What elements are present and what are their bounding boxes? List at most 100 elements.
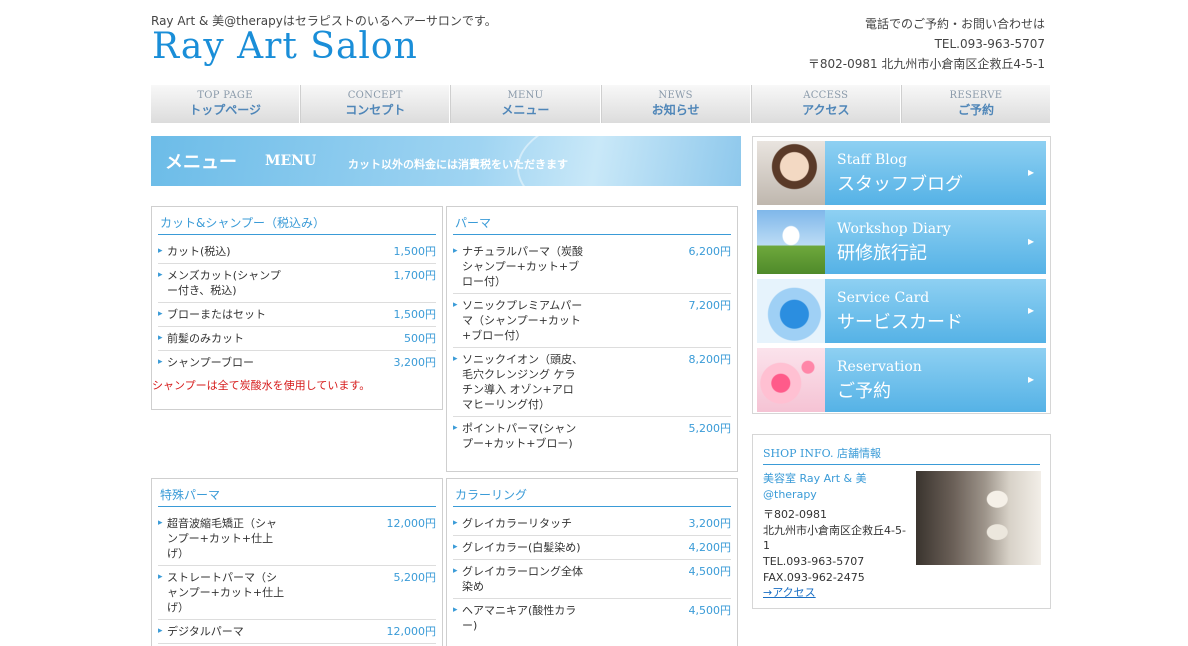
nav-item-concept[interactable]: CONCEPT コンセプト: [300, 85, 451, 123]
shop-address: 北九州市小倉南区企救丘4-5-1: [763, 523, 906, 553]
nav-item-jp: トップページ: [189, 103, 261, 117]
nav-item-access[interactable]: ACCESS アクセス: [750, 85, 901, 123]
item-price: 1,500円: [393, 308, 437, 321]
landscape-photo: [757, 210, 825, 274]
list-item: ソニックプレミアムパーマ（シャンプー+カット+ブロー付） 7,200円: [453, 294, 731, 348]
item-price: 1,500円: [393, 245, 437, 258]
side-link-jp: ご予約: [837, 381, 891, 402]
nav-item-en: ACCESS: [803, 90, 849, 101]
contact-tel: TEL.093-963-5707: [934, 37, 1045, 51]
item-name: ブローまたはセット: [158, 307, 266, 322]
item-price: 4,200円: [688, 541, 732, 554]
shop-info-title: SHOP INFO. 店舗情報: [763, 441, 1040, 465]
list-item: ストレートパーマ（シャンプー+カット+仕上げ） 5,200円: [158, 566, 436, 620]
item-name: グレイカラー(白髪染め): [453, 540, 581, 555]
nav-item-news[interactable]: NEWS お知らせ: [600, 85, 751, 123]
menu-box-title: カット&シャンプー（税込み）: [158, 207, 436, 235]
item-name: ソニックプレミアムパーマ（シャンプー+カット+ブロー付）: [453, 298, 583, 343]
chevron-right-icon: ▸: [1027, 372, 1034, 386]
menu-box-color: カラーリング グレイカラーリタッチ 3,200円 グレイカラー(白髪染め) 4,…: [446, 478, 738, 646]
side-link-en: Staff Blog: [837, 152, 908, 168]
contact-label: 電話でのご予約・お問い合わせは: [864, 17, 1045, 31]
list-item: ナチュラルパーマ（炭酸シャンプー+カット+ブロー付） 6,200円: [453, 240, 731, 294]
page-title-en: MENU: [265, 153, 317, 169]
nav-item-en: NEWS: [658, 90, 693, 101]
access-link[interactable]: →アクセス: [763, 585, 909, 601]
chevron-right-icon: ▸: [1027, 234, 1034, 248]
item-name: 前髪のみカット: [158, 331, 244, 346]
item-name: ストレートパーマ（シャンプー+カット+仕上げ）: [158, 570, 286, 615]
list-item: グレイカラーロング全体染め 4,500円: [453, 560, 731, 599]
item-price: 5,200円: [688, 422, 732, 435]
item-price: 12,000円: [386, 625, 437, 638]
nav-item-top[interactable]: TOP PAGE トップページ: [151, 85, 301, 123]
reservation-button[interactable]: Reservation ご予約 ▸: [757, 348, 1046, 412]
item-name: カット(税込): [158, 244, 231, 259]
header-contact: 電話でのご予約・お問い合わせは TEL.093-963-5707 〒802-09…: [808, 14, 1045, 74]
item-name: 超音波縮毛矯正（シャンプー+カット+仕上げ）: [158, 516, 286, 561]
item-name: グレイカラーロング全体染め: [453, 564, 583, 594]
site-logo[interactable]: Ray Art Salon: [152, 26, 418, 67]
staff-blog-button[interactable]: Staff Blog スタッフブログ ▸: [757, 141, 1046, 205]
side-link-jp: 研修旅行記: [837, 243, 927, 264]
item-price: 1,700円: [393, 269, 437, 282]
shop-details: 美容室 Ray Art & 美@therapy 〒802-0981 北九州市小倉…: [763, 471, 909, 601]
list-item: ヘアマニキア(酸性カラー) 4,500円: [453, 599, 731, 637]
shop-info: SHOP INFO. 店舗情報 美容室 Ray Art & 美@therapy …: [752, 434, 1051, 609]
service-card-button[interactable]: Service Card サービスカード ▸: [757, 279, 1046, 343]
list-item: 前髪のみカット 500円: [158, 327, 436, 351]
side-link-en: Service Card: [837, 290, 930, 306]
nav-item-en: RESERVE: [949, 90, 1003, 101]
shampoo-note: シャンプーは全て炭酸水を使用しています。: [152, 379, 371, 392]
shop-tel: TEL.093-963-5707: [763, 554, 865, 568]
shop-name: 美容室 Ray Art & 美@therapy: [763, 472, 867, 501]
page-banner: メニュー MENU カット以外の料金には消費税をいただきます: [151, 136, 741, 186]
list-item: グレイカラー(白髪染め) 4,200円: [453, 536, 731, 560]
nav-item-jp: アクセス: [802, 103, 850, 117]
item-price: 12,000円: [386, 517, 437, 530]
side-link-en: Reservation: [837, 359, 922, 375]
item-price: 7,200円: [688, 299, 732, 312]
item-price: 8,200円: [688, 353, 732, 366]
list-item: メンズカット(シャンプー付き、税込) 1,700円: [158, 264, 436, 303]
item-name: ナチュラルパーマ（炭酸シャンプー+カット+ブロー付）: [453, 244, 583, 289]
tax-note: カット以外の料金には消費税をいただきます: [348, 158, 568, 171]
list-item: ポイントパーマ(シャンプー+カット+ブロー) 5,200円: [453, 417, 731, 455]
list-item: カット(税込) 1,500円: [158, 240, 436, 264]
list-item: ソニックイオン（頭皮、毛穴クレンジング ケラチン導入 オゾン+アロマヒーリング付…: [453, 348, 731, 417]
nav-item-menu[interactable]: MENU メニュー: [450, 85, 601, 123]
item-price: 4,500円: [688, 565, 732, 578]
list-item: 超音波縮毛矯正（シャンプー+カット+仕上げ） 12,000円: [158, 512, 436, 566]
item-name: ポイントパーマ(シャンプー+カット+ブロー): [453, 421, 583, 451]
shop-zip: 〒802-0981: [763, 508, 827, 522]
salon-interior-photo: [916, 471, 1041, 565]
menu-box-perm: パーマ ナチュラルパーマ（炭酸シャンプー+カット+ブロー付） 6,200円 ソニ…: [446, 206, 738, 472]
contact-address: 〒802-0981 北九州市小倉南区企救丘4-5-1: [807, 57, 1045, 71]
list-item: ブローまたはセット 1,500円: [158, 303, 436, 327]
chevron-right-icon: ▸: [1027, 303, 1034, 317]
item-name: メンズカット(シャンプー付き、税込): [158, 268, 286, 298]
item-name: グレイカラーリタッチ: [453, 516, 572, 531]
list-item: デジタルパーマ 12,000円: [158, 620, 436, 644]
menu-box-title: パーマ: [453, 207, 731, 235]
item-name: シャンプーブロー: [158, 355, 254, 370]
nav-item-en: TOP PAGE: [197, 90, 253, 101]
flower-photo: [757, 348, 825, 412]
nav-item-en: CONCEPT: [347, 90, 403, 101]
global-nav: TOP PAGE トップページ CONCEPT コンセプト MENU メニュー …: [151, 85, 1052, 123]
nav-item-reserve[interactable]: RESERVE ご予約: [900, 85, 1052, 123]
chevron-right-icon: ▸: [1027, 165, 1034, 179]
nav-item-jp: コンセプト: [345, 103, 406, 117]
nav-item-jp: ご予約: [957, 103, 994, 117]
menu-box-title: 特殊パーマ: [158, 479, 436, 507]
sidebar-links: Staff Blog スタッフブログ ▸ Workshop Diary 研修旅行…: [752, 136, 1051, 414]
list-item: グレイカラーリタッチ 3,200円: [453, 512, 731, 536]
item-price: 5,200円: [393, 571, 437, 584]
side-link-jp: スタッフブログ: [837, 174, 963, 195]
side-link-en: Workshop Diary: [837, 221, 951, 237]
side-link-jp: サービスカード: [837, 312, 963, 333]
item-price: 500円: [404, 332, 436, 345]
workshop-diary-button[interactable]: Workshop Diary 研修旅行記 ▸: [757, 210, 1046, 274]
item-price: 3,200円: [393, 356, 437, 369]
item-name: ヘアマニキア(酸性カラー): [453, 603, 583, 633]
